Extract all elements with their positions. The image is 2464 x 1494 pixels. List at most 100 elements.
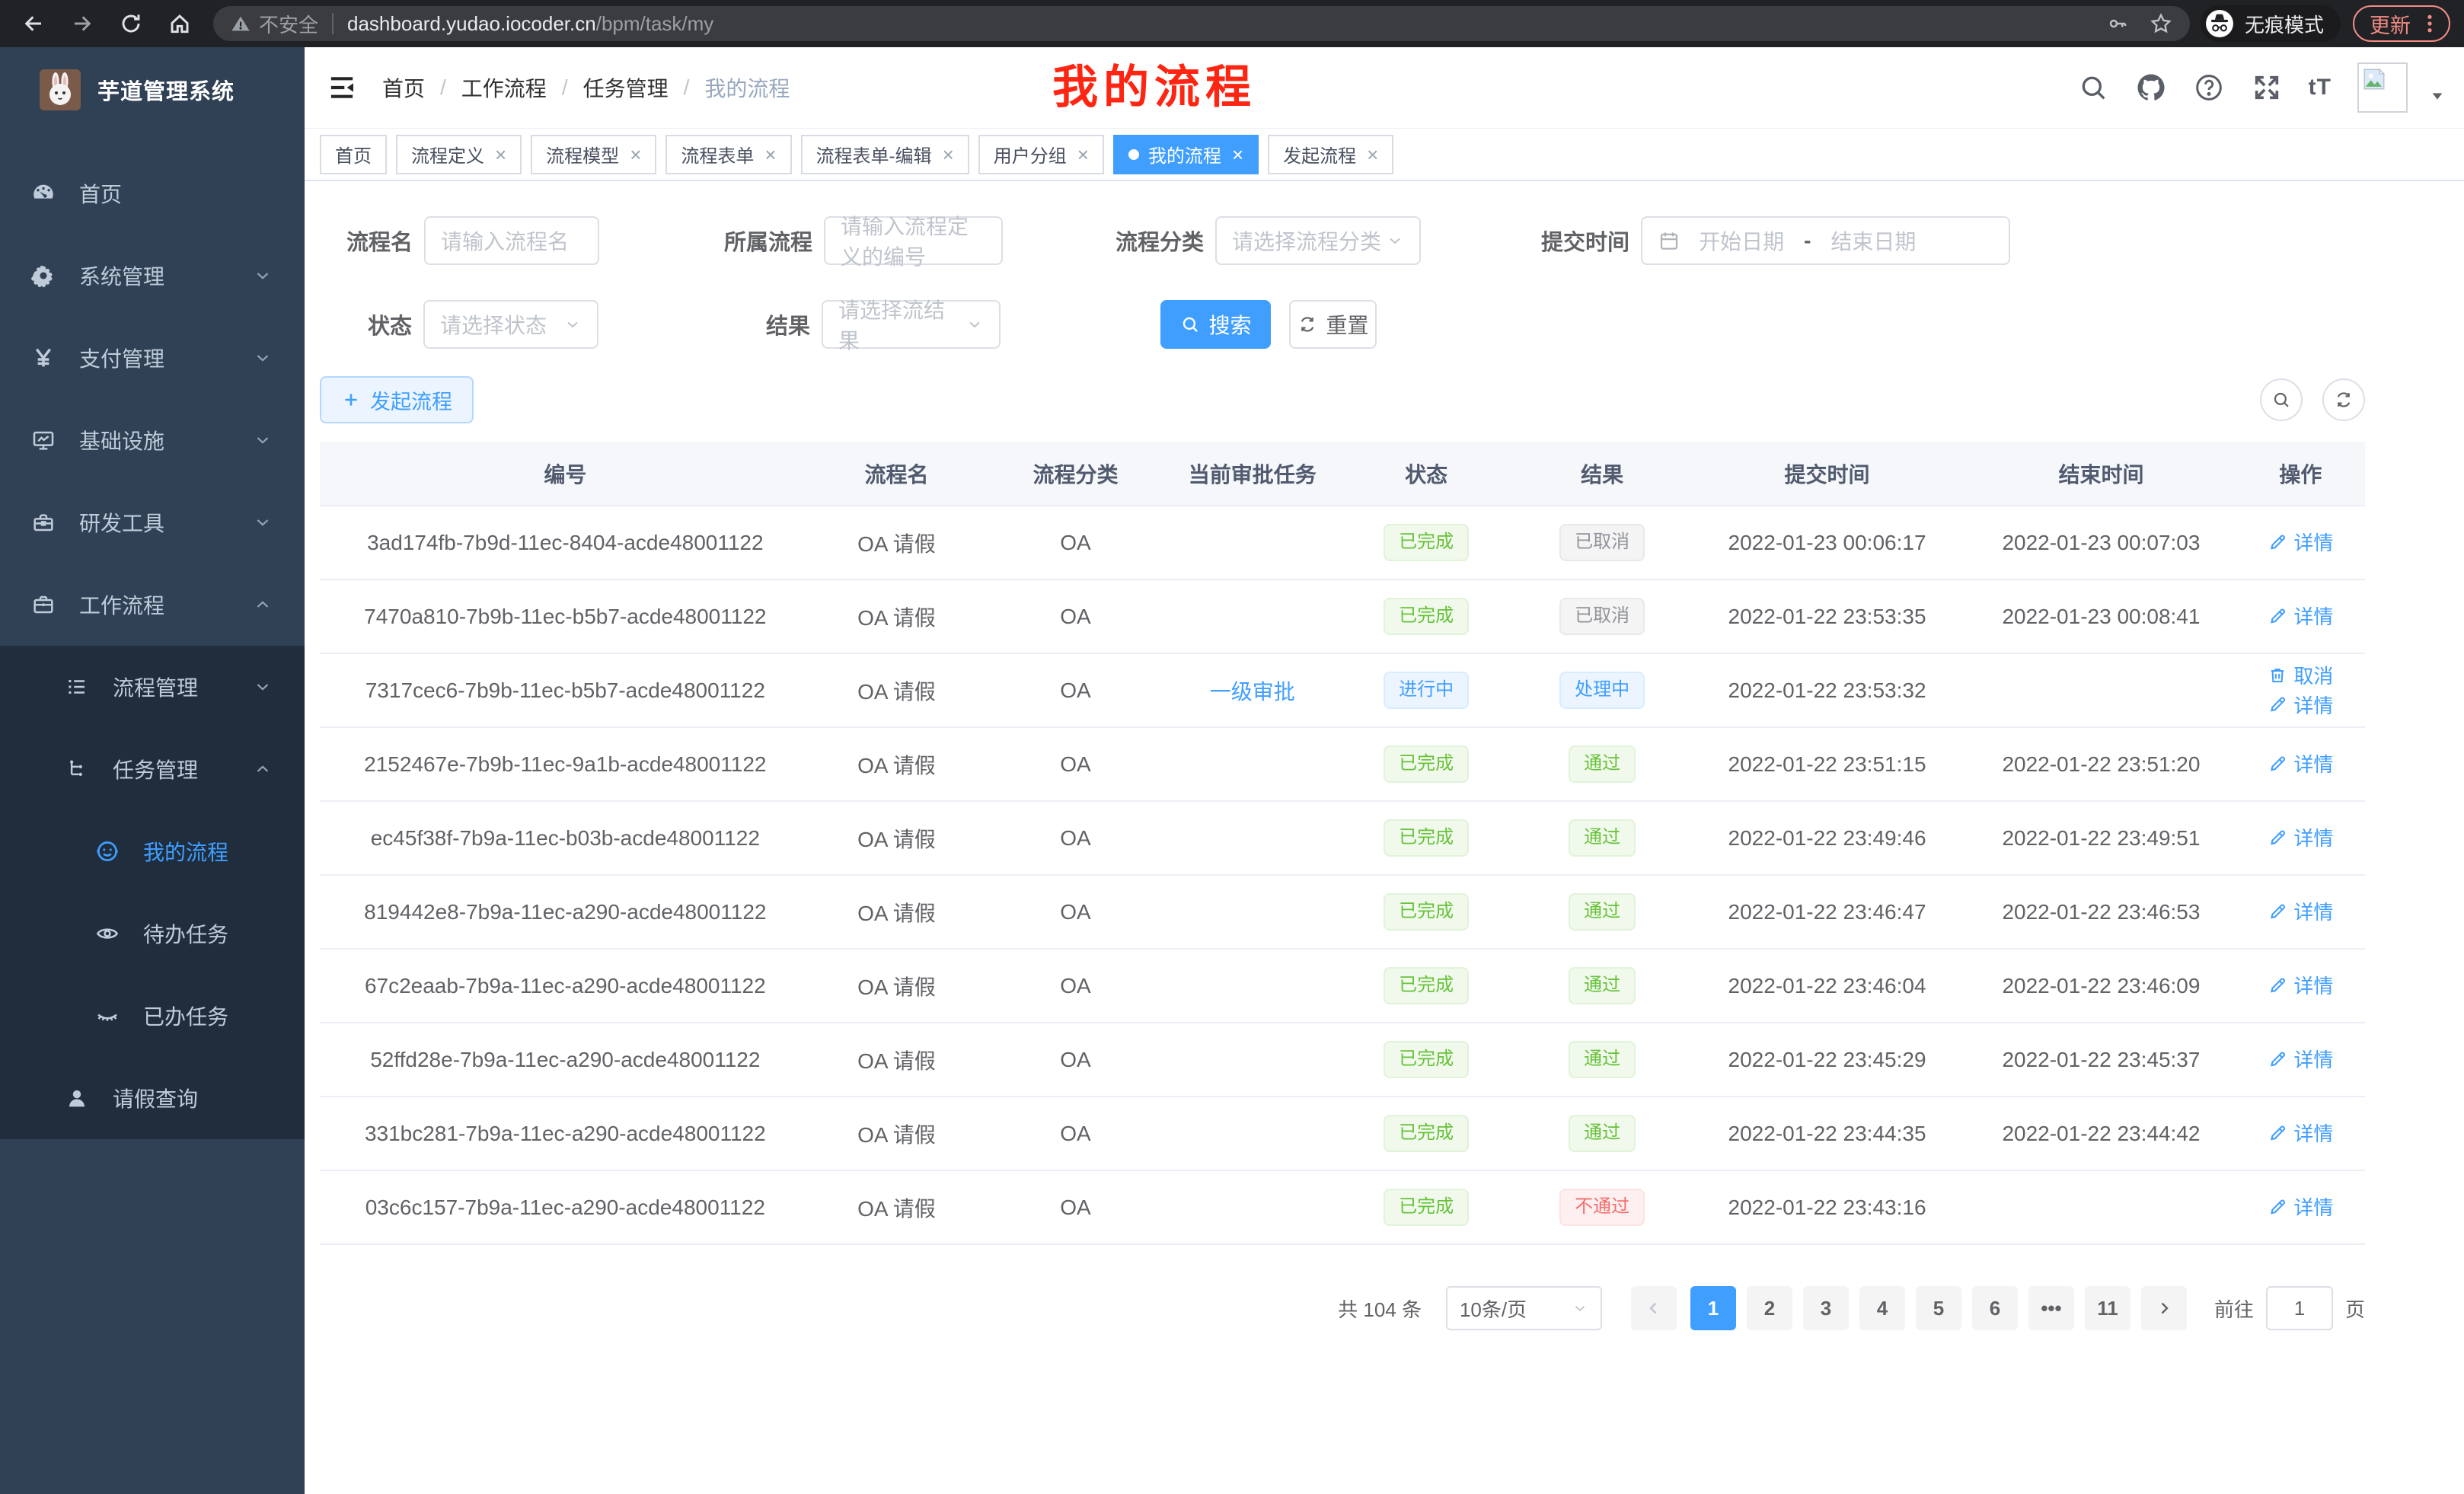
bookmark-star-icon[interactable] [2149, 11, 2173, 36]
end-time-cell: 2022-01-23 00:07:03 [1966, 506, 2236, 579]
detail-action-link[interactable]: 详情 [2268, 1192, 2333, 1221]
close-tab-icon[interactable]: × [764, 145, 776, 164]
status-cell: 进行中 [1336, 653, 1516, 727]
submit-time-cell: 2022-01-22 23:49:46 [1688, 801, 1966, 875]
goto-page-input[interactable] [2266, 1286, 2333, 1330]
chevron-up-icon [253, 595, 273, 615]
current-task-cell [1169, 1097, 1336, 1170]
close-tab-icon[interactable]: × [630, 145, 641, 164]
submit-time-cell: 2022-01-22 23:51:15 [1688, 727, 1966, 801]
password-key-icon[interactable] [2106, 12, 2129, 35]
task-link[interactable]: 一级审批 [1210, 680, 1295, 704]
prev-page-button[interactable] [1631, 1286, 1677, 1330]
github-icon[interactable] [2135, 72, 2167, 104]
process-id-cell: 819442e8-7b9a-11ec-a290-acde48001122 [320, 875, 811, 949]
close-tab-icon[interactable]: × [1232, 145, 1243, 164]
status-select[interactable]: 请选择状态 [423, 300, 598, 349]
close-tab-icon[interactable]: × [1077, 145, 1089, 164]
tab-4[interactable]: 流程表单-编辑× [801, 135, 969, 174]
sidebar-item-7[interactable]: 任务管理 [0, 728, 305, 810]
detail-action-link[interactable]: 详情 [2268, 749, 2333, 777]
reset-button[interactable]: 重置 [1289, 300, 1377, 349]
fullscreen-icon[interactable] [2251, 72, 2283, 104]
submit-time-range-picker[interactable]: 开始日期 - 结束日期 [1641, 216, 2010, 265]
process-name-cell: OA 请假 [811, 506, 983, 579]
page-button-3[interactable]: 3 [1803, 1286, 1849, 1330]
process-name-cell: OA 请假 [811, 579, 983, 653]
breadcrumb-item[interactable]: 首页 [382, 72, 425, 103]
close-tab-icon[interactable]: × [1367, 145, 1378, 164]
detail-action-link[interactable]: 详情 [2268, 528, 2333, 556]
result-select[interactable]: 请选择流结果 [822, 300, 1001, 349]
tab-6[interactable]: 我的流程× [1113, 135, 1259, 174]
end-time-cell: 2022-01-22 23:51:20 [1966, 727, 2236, 801]
detail-action-link[interactable]: 详情 [2268, 897, 2333, 925]
sidebar-item-1[interactable]: 系统管理 [0, 235, 305, 317]
detail-action-link[interactable]: 详情 [2268, 823, 2333, 851]
app-logo-row[interactable]: 芋道管理系统 [0, 47, 305, 132]
tab-3[interactable]: 流程表单× [665, 135, 791, 174]
process-id-cell: 67c2eaab-7b9a-11ec-a290-acde48001122 [320, 949, 811, 1023]
sidebar-item-5[interactable]: 工作流程 [0, 563, 305, 646]
sidebar-item-6[interactable]: 流程管理 [0, 646, 305, 728]
table-row: 819442e8-7b9a-11ec-a290-acde48001122OA 请… [320, 875, 2365, 949]
font-size-icon[interactable]: tT [2309, 75, 2332, 101]
breadcrumb-item[interactable]: 工作流程 [461, 72, 547, 103]
help-icon[interactable] [2193, 72, 2225, 104]
detail-action-link[interactable]: 详情 [2268, 1045, 2333, 1073]
page-button-11[interactable]: 11 [2085, 1286, 2130, 1330]
detail-action-link[interactable]: 详情 [2268, 602, 2333, 630]
home-icon[interactable] [160, 5, 199, 42]
column-header: 操作 [2236, 442, 2365, 506]
sidebar-item-8[interactable]: 我的流程 [0, 810, 305, 892]
category-select[interactable]: 请选择流程分类 [1215, 216, 1421, 265]
tab-1[interactable]: 流程定义× [396, 135, 522, 174]
reload-icon[interactable] [111, 5, 151, 42]
page-size-select[interactable]: 10条/页 [1446, 1286, 1602, 1330]
page-button-1[interactable]: 1 [1690, 1286, 1736, 1330]
cancel-action-link[interactable]: 取消 [2268, 661, 2333, 689]
breadcrumb-item[interactable]: 任务管理 [583, 72, 669, 103]
address-bar[interactable]: 不安全 dashboard.yudao.iocoder.cn /bpm/task… [213, 6, 2190, 41]
tab-7[interactable]: 发起流程× [1268, 135, 1393, 174]
avatar[interactable] [2357, 62, 2408, 113]
sidebar-item-4[interactable]: 研发工具 [0, 481, 305, 563]
create-process-button[interactable]: 发起流程 [320, 376, 474, 423]
status-badge: 已完成 [1384, 819, 1469, 857]
status-badge: 已完成 [1384, 745, 1469, 783]
sidebar-item-2[interactable]: 支付管理 [0, 317, 305, 399]
refresh-table-button[interactable] [2322, 378, 2365, 421]
close-tab-icon[interactable]: × [495, 145, 506, 164]
page-button-5[interactable]: 5 [1916, 1286, 1961, 1330]
sidebar-item-3[interactable]: 基础设施 [0, 399, 305, 481]
update-button[interactable]: 更新 [2353, 5, 2450, 42]
close-tab-icon[interactable]: × [943, 145, 954, 164]
page-ellipsis[interactable]: ••• [2028, 1286, 2074, 1330]
detail-action-link[interactable]: 详情 [2268, 971, 2333, 999]
sidebar-collapse-icon[interactable] [323, 69, 361, 107]
search-button[interactable]: 搜索 [1160, 300, 1271, 349]
show-search-toggle-button[interactable] [2260, 378, 2303, 421]
page-button-4[interactable]: 4 [1859, 1286, 1905, 1330]
next-page-button[interactable] [2141, 1286, 2187, 1330]
parent-process-input[interactable]: 请输入流程定义的编号 [824, 216, 1003, 265]
sidebar-item-10[interactable]: 已办任务 [0, 975, 305, 1057]
detail-action-link[interactable]: 详情 [2268, 691, 2333, 719]
sidebar-item-11[interactable]: 请假查询 [0, 1057, 305, 1139]
not-secure-warning[interactable]: 不安全 [230, 10, 318, 38]
forward-icon[interactable] [62, 5, 102, 42]
sidebar-menu: 首页系统管理支付管理基础设施研发工具工作流程流程管理任务管理我的流程待办任务已办… [0, 132, 305, 1139]
sidebar-item-0[interactable]: 首页 [0, 152, 305, 235]
browser-menu-kebab-icon[interactable] [2418, 12, 2441, 35]
page-button-6[interactable]: 6 [1972, 1286, 2018, 1330]
search-icon[interactable] [2077, 72, 2109, 104]
sidebar-item-9[interactable]: 待办任务 [0, 892, 305, 975]
detail-action-link[interactable]: 详情 [2268, 1119, 2333, 1147]
tab-2[interactable]: 流程模型× [531, 135, 656, 174]
caret-down-icon[interactable] [2429, 88, 2446, 104]
back-icon[interactable] [14, 5, 53, 42]
page-button-2[interactable]: 2 [1747, 1286, 1792, 1330]
tab-5[interactable]: 用户分组× [978, 135, 1104, 174]
process-name-input[interactable]: 请输入流程名 [424, 216, 599, 265]
tab-0[interactable]: 首页 [320, 135, 387, 174]
